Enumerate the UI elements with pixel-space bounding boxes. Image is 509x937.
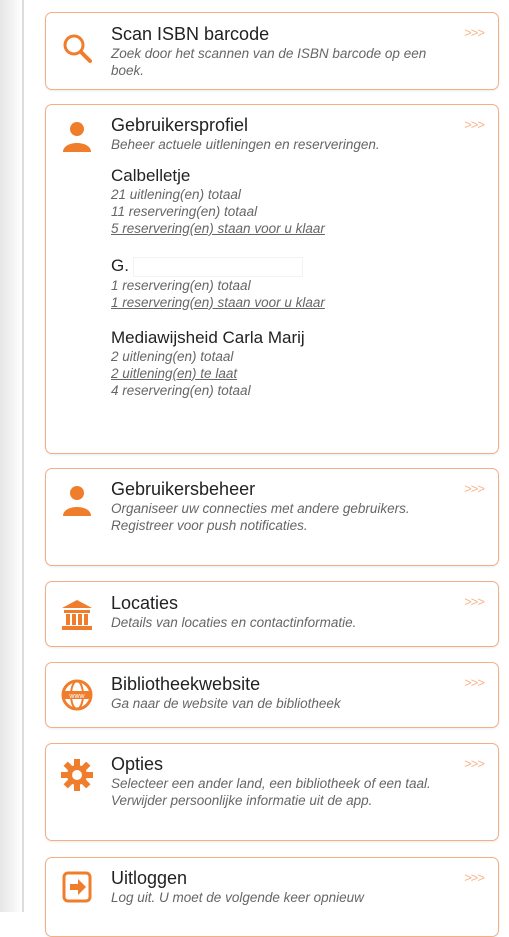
menu-item-title: Gebruikersprofiel (111, 115, 249, 135)
account-entry[interactable]: Calbelletje 21 uitlening(en) totaal 11 r… (111, 165, 442, 237)
menu-item-description: Selecteer een ander land, een bibliothee… (111, 776, 431, 808)
menu-item-options[interactable]: Opties Selecteer een ander land, een bib… (45, 743, 499, 841)
menu-item-title: Bibliotheekwebsite (111, 674, 261, 694)
menu-item-user-profile[interactable]: Gebruikersprofiel Beheer actuele uitleni… (45, 104, 499, 454)
menu-item-description: Details van locaties en contactinformati… (111, 615, 357, 630)
chevron-right-icon: >>> (464, 481, 485, 496)
search-icon (60, 31, 94, 65)
account-stat: 4 reservering(en) totaal (111, 382, 251, 398)
account-stat: 21 uitlening(en) totaal (111, 187, 241, 202)
chevron-right-icon: >>> (464, 25, 485, 40)
menu-item-title: Locaties (111, 593, 179, 613)
menu-item-description: Organiseer uw connecties met andere gebr… (111, 501, 410, 533)
chevron-right-icon: >>> (464, 870, 485, 885)
account-entry[interactable]: G. 1 reservering(en) totaal 1 reserverin… (111, 255, 442, 311)
user-icon (60, 483, 94, 517)
account-stat-link[interactable]: 1 reservering(en) staan voor u klaar (111, 294, 442, 311)
building-icon (60, 597, 94, 631)
account-stat: 1 reservering(en) totaal (111, 277, 251, 293)
account-stat: 11 reservering(en) totaal (111, 204, 258, 219)
menu-item-description: Beheer actuele uitleningen en reserverin… (111, 137, 380, 152)
user-icon (60, 119, 94, 153)
redacted-name (132, 256, 303, 277)
menu-item-locations[interactable]: Locaties Details van locaties en contact… (45, 581, 499, 647)
account-name: Mediawijsheid Carla Marij (111, 327, 305, 347)
menu-item-title: Gebruikersbeheer (111, 479, 256, 499)
account-stat: 2 uitlening(en) totaal (111, 348, 234, 364)
chevron-right-icon: >>> (464, 675, 485, 690)
chevron-right-icon: >>> (464, 756, 485, 771)
svg-text:www: www (68, 693, 85, 700)
account-stat-link[interactable]: 2 uitlening(en) te laat (111, 365, 442, 382)
menu-item-title: Scan ISBN barcode (111, 24, 270, 44)
account-name: Calbelletje (111, 166, 191, 185)
menu-item-description: Log uit. U moet de volgende keer opnieuw (111, 890, 364, 905)
chevron-right-icon: >>> (464, 117, 485, 132)
menu-item-description: Zoek door het scannen van de ISBN barcod… (111, 46, 427, 78)
account-entry[interactable]: Mediawijsheid Carla Marij 2 uitlening(en… (111, 327, 442, 399)
account-name-row: G. (111, 255, 442, 277)
logout-icon (60, 870, 94, 904)
menu-item-title: Opties (111, 754, 164, 774)
gear-icon (60, 758, 94, 792)
left-edge-divider (22, 0, 24, 912)
menu-item-title: Uitloggen (111, 868, 188, 888)
left-edge-shadow (0, 0, 22, 912)
globe-icon: www (60, 678, 94, 712)
menu-item-library-website[interactable]: www Bibliotheekwebsite Ga naar de websit… (45, 662, 499, 728)
menu-item-user-management[interactable]: Gebruikersbeheer Organiseer uw connectie… (45, 468, 499, 566)
menu-item-description: Ga naar de website van de bibliotheek (111, 696, 341, 711)
account-stat-link[interactable]: 5 reservering(en) staan voor u klaar (111, 220, 442, 237)
menu-item-logout[interactable]: Uitloggen Log uit. U moet de volgende ke… (45, 857, 499, 937)
menu-item-scan-isbn[interactable]: Scan ISBN barcode Zoek door het scannen … (45, 12, 499, 90)
account-name: G. (111, 256, 129, 275)
chevron-right-icon: >>> (464, 594, 485, 609)
